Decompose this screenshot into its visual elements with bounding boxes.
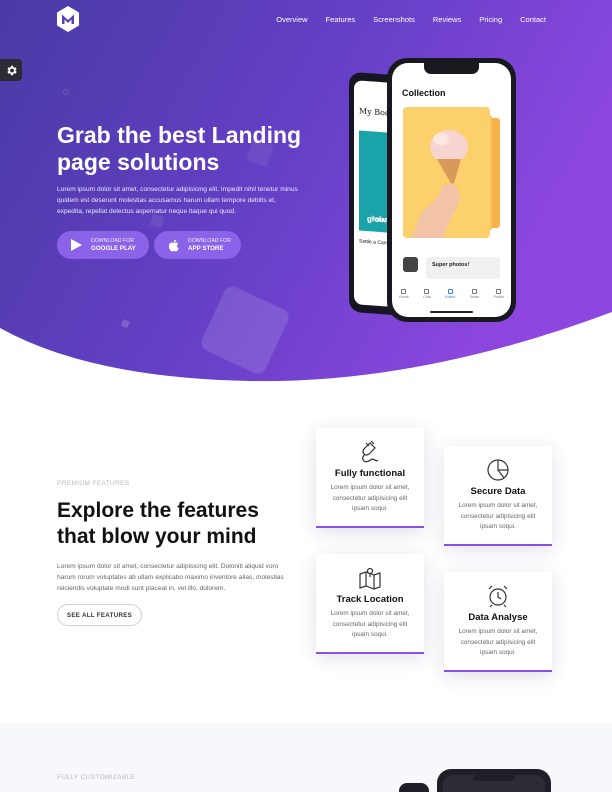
home-icon — [401, 289, 407, 294]
google-play-caption: DOWNLOAD FOR — [91, 238, 134, 244]
phone-tab-edited: Edited — [445, 289, 455, 307]
feature-card-title: Secure Data — [470, 486, 526, 497]
hero-title-line2: page solutions — [57, 149, 220, 175]
nav-pricing[interactable]: Pricing — [479, 15, 502, 24]
nav-screenshots[interactable]: Screenshots — [373, 15, 415, 24]
feature-card-title: Data Analyse — [468, 612, 528, 623]
nav-reviews[interactable]: Reviews — [433, 15, 461, 24]
google-play-button[interactable]: DOWNLOAD FOR GOOGLE PLAY — [57, 231, 149, 259]
hero-section: Overview Features Screenshots Reviews Pr… — [0, 0, 612, 385]
google-play-label: GOOGLE PLAY — [91, 245, 136, 252]
feature-card-title: Fully functional — [334, 468, 406, 479]
phone-screen: Collection Super photos! Home Chat Edite… — [392, 63, 511, 317]
features-title-line2: that blow your mind — [57, 525, 257, 548]
play-store-icon — [69, 238, 83, 252]
app-store-button[interactable]: DOWNLOAD FOR APP STORE — [154, 231, 241, 259]
plug-icon — [362, 440, 379, 463]
hero-title-line1: Grab the best Landing — [57, 122, 302, 148]
apple-icon — [166, 238, 180, 252]
avatar — [403, 257, 418, 272]
features-description: Lorem ipsum dolor sit amet, consectetur … — [57, 563, 284, 592]
share-icon — [471, 289, 477, 294]
phone-tab-label: Home — [399, 295, 409, 299]
logo[interactable] — [57, 6, 79, 32]
nav-overview[interactable]: Overview — [276, 15, 307, 24]
phone-tab-chat: Chat — [423, 289, 431, 307]
feature-card-data-analyse[interactable]: Data Analyse Lorem ipsum dolor sit amet,… — [444, 572, 552, 672]
phone-tab-profile: Profile — [494, 289, 504, 307]
profile-icon — [496, 289, 502, 294]
phone-tab-label: Chat — [423, 295, 431, 299]
feature-card-track-location[interactable]: Track Location Lorem ipsum dolor sit ame… — [316, 554, 424, 654]
ice-cream-photo — [403, 107, 490, 238]
features-title-line1: Explore the features — [57, 499, 259, 522]
app-store-label: APP STORE — [188, 245, 224, 252]
feature-card-secure-data[interactable]: Secure Data Lorem ipsum dolor sit amet, … — [444, 446, 552, 546]
phone-tab-share: Share — [469, 289, 480, 307]
phone-tab-label: Profile — [493, 295, 504, 299]
phone-tab-home: Home — [399, 289, 409, 307]
app-store-caption: DOWNLOAD FOR — [188, 238, 231, 244]
feature-card-text: Lorem ipsum dolor sit amet, consectetur … — [330, 484, 410, 512]
map-icon — [359, 567, 381, 590]
home-indicator — [430, 311, 473, 313]
features-kicker: PREMIUM FEATURES — [57, 480, 130, 487]
hero-description: Lorem ipsum dolor sit amet, consectetur … — [57, 186, 298, 215]
phone-tab-bar: Home Chat Edited Share Profile — [392, 289, 511, 307]
chat-bubble: Super photos! — [426, 257, 500, 279]
feature-card-text: Lorem ipsum dolor sit amet, consectetur … — [458, 502, 538, 530]
phone-tab-label: Share — [469, 295, 480, 299]
pie-chart-icon — [487, 459, 509, 481]
settings-toggle-button[interactable] — [0, 59, 22, 81]
features-title: Explore the features that blow your mind — [57, 498, 307, 550]
see-all-features-button[interactable]: SEE ALL FEATURES — [57, 604, 142, 626]
edit-icon — [447, 289, 453, 294]
feature-card-title: Track Location — [336, 594, 404, 605]
nav-contact[interactable]: Contact — [520, 15, 546, 24]
chat-icon — [424, 289, 430, 294]
hero-title: Grab the best Landing page solutions — [57, 122, 317, 176]
feature-card-text: Lorem ipsum dolor sit amet, consectetur … — [330, 610, 410, 638]
feature-card-fully-functional[interactable]: Fully functional Lorem ipsum dolor sit a… — [316, 428, 424, 528]
customizable-kicker: FULLY CUSTOMIZABLE — [57, 774, 136, 781]
phone-mockup-front: Collection Super photos! Home Chat Edite… — [387, 58, 516, 322]
main-nav: Overview Features Screenshots Reviews Pr… — [276, 15, 546, 24]
alarm-clock-icon — [488, 585, 508, 608]
collection-title: Collection — [402, 88, 446, 98]
gear-icon — [6, 65, 17, 75]
phone-notch — [424, 63, 479, 74]
nav-features[interactable]: Features — [326, 15, 356, 24]
feature-card-text: Lorem ipsum dolor sit amet, consectetur … — [458, 628, 538, 656]
phone-mockup-peek — [399, 769, 551, 792]
phone-tab-label: Edited — [445, 295, 456, 299]
